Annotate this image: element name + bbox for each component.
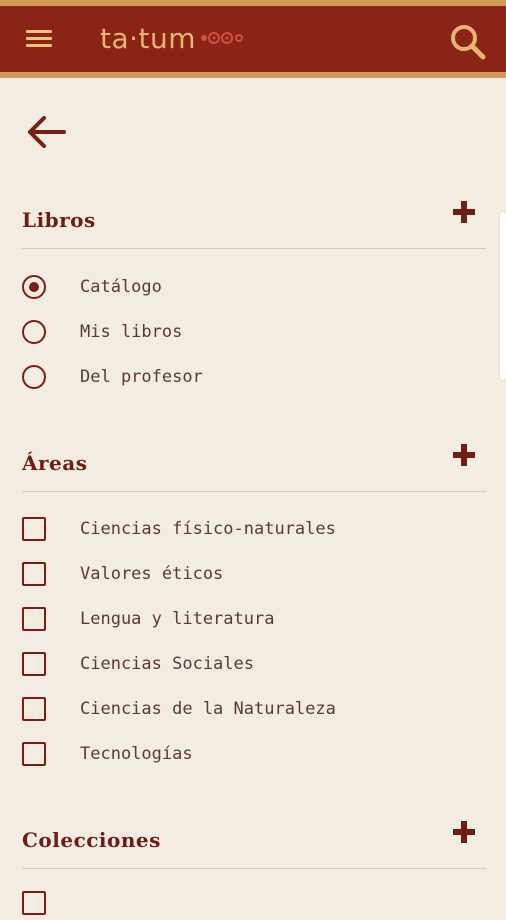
radio-option-del-profesor[interactable]: Del profesor <box>22 360 486 394</box>
plus-icon <box>453 444 475 466</box>
plus-icon <box>453 201 475 223</box>
checkbox-option-lengua-literatura[interactable]: Lengua y literatura <box>22 602 486 636</box>
checkbox[interactable] <box>22 652 46 676</box>
add-libros-button[interactable] <box>452 200 476 224</box>
radio-button[interactable] <box>22 365 46 389</box>
option-label: Lengua y literatura <box>80 609 275 629</box>
radio-option-mis-libros[interactable]: Mis libros <box>22 315 486 349</box>
logo-text: ta·tum <box>100 21 197 55</box>
section-divider <box>22 248 486 249</box>
checkbox-option-ciencias-sociales[interactable]: Ciencias Sociales <box>22 647 486 681</box>
option-label: Mis libros <box>80 322 183 342</box>
hamburger-menu-icon <box>26 30 52 33</box>
option-label: Ciencias de la Naturaleza <box>80 699 336 719</box>
checkbox-option-tecnologias[interactable]: Tecnologías <box>22 737 486 771</box>
section-title-libros: Libros <box>22 208 96 232</box>
option-label: Ciencias físico-naturales <box>80 519 336 539</box>
radio-button-checked[interactable] <box>22 275 46 299</box>
radio-button[interactable] <box>22 320 46 344</box>
section-divider <box>22 491 486 492</box>
checkbox[interactable] <box>22 742 46 766</box>
option-label: Valores éticos <box>80 564 224 584</box>
app-logo[interactable]: ta·tum <box>100 18 244 58</box>
back-button[interactable] <box>22 108 70 156</box>
plus-icon <box>453 821 475 843</box>
radio-option-catalogo[interactable]: Catálogo <box>22 270 486 304</box>
checkbox-option-ciencias-fisico-naturales[interactable]: Ciencias físico-naturales <box>22 512 486 546</box>
checkbox[interactable] <box>22 607 46 631</box>
section-divider <box>22 868 486 869</box>
arrow-left-icon <box>28 116 66 148</box>
hamburger-line <box>26 37 52 40</box>
scrollbar-handle[interactable] <box>500 212 506 380</box>
checkbox-option-valores-eticos[interactable]: Valores éticos <box>22 557 486 591</box>
header-top-border <box>0 0 506 6</box>
add-colecciones-button[interactable] <box>452 820 476 844</box>
section-title-areas: Áreas <box>22 451 88 475</box>
checkbox[interactable] <box>22 697 46 721</box>
header-bottom-border <box>0 72 506 78</box>
logo-dots-icon <box>200 30 244 46</box>
option-label: Catálogo <box>80 277 162 297</box>
menu-button[interactable] <box>22 24 56 54</box>
search-button[interactable] <box>448 22 488 62</box>
option-label: Ciencias Sociales <box>80 654 254 674</box>
checkbox[interactable] <box>22 891 46 915</box>
search-icon <box>451 25 486 60</box>
checkbox-option-ciencias-naturaleza[interactable]: Ciencias de la Naturaleza <box>22 692 486 726</box>
hamburger-line <box>26 44 52 47</box>
add-areas-button[interactable] <box>452 443 476 467</box>
checkbox[interactable] <box>22 562 46 586</box>
option-label: Tecnologías <box>80 744 193 764</box>
checkbox[interactable] <box>22 517 46 541</box>
checkbox-option-partial[interactable] <box>22 886 486 920</box>
section-title-colecciones: Colecciones <box>22 828 161 852</box>
option-label: Del profesor <box>80 367 203 387</box>
app-header: ta·tum <box>0 0 506 78</box>
